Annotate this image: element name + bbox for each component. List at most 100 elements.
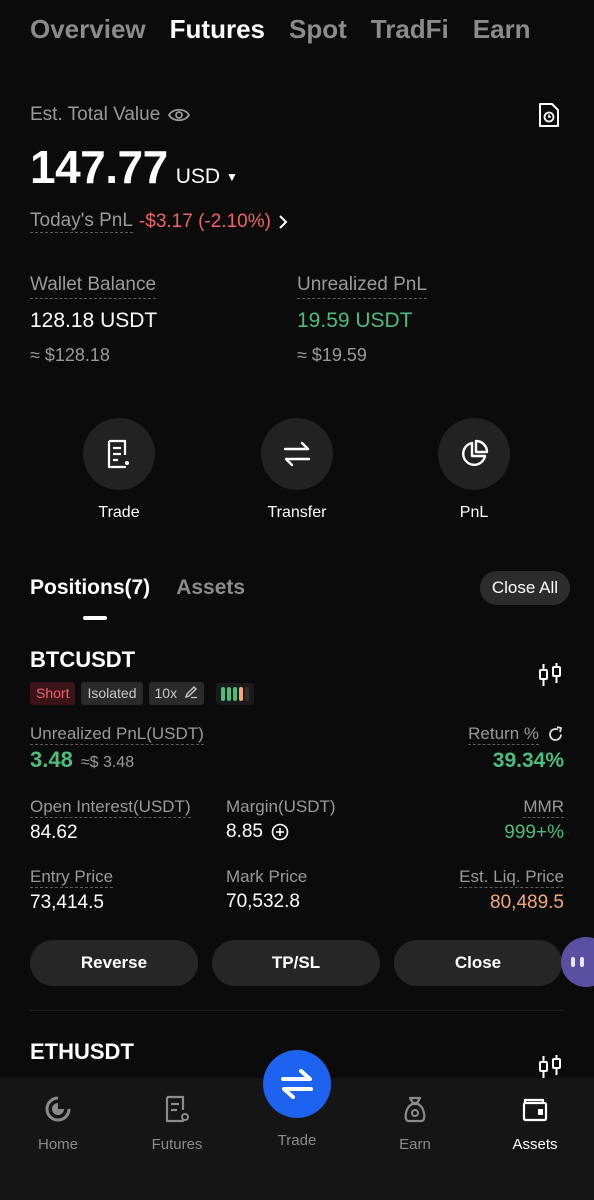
section-tabs: Positions(7) Assets (30, 576, 245, 600)
refresh-icon[interactable] (547, 726, 564, 743)
nav-futures-label: Futures (151, 1136, 203, 1153)
margin-value: 8.85 (226, 821, 263, 842)
order-document-icon (107, 439, 129, 469)
risk-bar (232, 686, 237, 701)
tab-earn[interactable]: Earn (473, 14, 531, 45)
wallet-balance-usd: ≈ $128.18 (30, 345, 110, 365)
pnl-action-circle[interactable] (438, 418, 510, 490)
est-total-label: Est. Total Value (30, 104, 161, 125)
pie-chart-icon (462, 439, 489, 466)
tab-positions[interactable]: Positions(7) (30, 576, 150, 600)
chat-eye (580, 957, 584, 967)
open-interest-label: Open Interest(USDT) (30, 797, 191, 818)
tp-sl-button[interactable]: TP/SL (212, 940, 380, 986)
add-margin-icon[interactable] (271, 823, 289, 841)
futures-document-icon (165, 1095, 189, 1123)
tab-futures[interactable]: Futures (170, 14, 265, 45)
chat-eye (571, 957, 575, 967)
next-position-symbol[interactable]: ETHUSDT (30, 1039, 134, 1065)
risk-bar (226, 686, 231, 701)
transfer-action-button[interactable]: Transfer (237, 418, 357, 522)
nav-earn-label: Earn (399, 1136, 431, 1153)
todays-pnl-row[interactable]: Today's PnL -$3.17 (-2.10%) (30, 210, 289, 233)
open-interest-value: 84.62 (30, 822, 78, 843)
tab-assets[interactable]: Assets (176, 576, 245, 600)
side-badge: Short (30, 682, 76, 705)
risk-bar (244, 686, 249, 701)
unrealized-pnl-label: Unrealized PnL (297, 274, 427, 299)
adjust-sliders-icon[interactable] (538, 1054, 562, 1080)
liq-price-value: 80,489.5 (490, 892, 564, 913)
earn-bag-icon (404, 1096, 426, 1123)
chevron-right-icon (279, 214, 288, 229)
position-unrealized-pnl: Unrealized PnL(USDT) 3.48 ≈$ 3.48 (30, 724, 204, 773)
wallet-balance-value: 128.18 USDT (30, 309, 158, 332)
total-value: 147.77 USD ▼ (30, 140, 238, 194)
margin-mode-badge: Isolated (81, 682, 143, 705)
tab-tradfi[interactable]: TradFi (371, 14, 449, 45)
tab-overview[interactable]: Overview (30, 14, 146, 45)
pnl-action-button[interactable]: PnL (414, 418, 534, 522)
liq-price-label: Est. Liq. Price (459, 867, 564, 888)
position-return: Return % 39.34% (468, 724, 564, 773)
currency-selector[interactable]: USD ▼ (176, 165, 238, 189)
transfer-action-circle[interactable] (261, 418, 333, 490)
reverse-button[interactable]: Reverse (30, 940, 198, 986)
close-position-button[interactable]: Close (394, 940, 562, 986)
trade-action-circle[interactable] (83, 418, 155, 490)
nav-trade-label: Trade (277, 1132, 317, 1149)
trade-action-button[interactable]: Trade (59, 418, 179, 522)
wallet-balance-label: Wallet Balance (30, 274, 157, 299)
risk-level-indicator (215, 682, 254, 705)
home-icon (45, 1096, 71, 1122)
mmr-value: 999+% (504, 822, 564, 843)
return-value: 39.34% (492, 749, 564, 772)
liq-price: Est. Liq. Price 80,489.5 (459, 867, 564, 914)
nav-home-label: Home (37, 1136, 78, 1153)
top-tabs: Overview Futures Spot TradFi Earn (30, 14, 531, 45)
nav-earn[interactable]: Earn (365, 1094, 465, 1153)
trade-fab-button[interactable] (263, 1050, 331, 1118)
leverage-badge[interactable]: 10x (148, 682, 204, 705)
position-symbol[interactable]: BTCUSDT (30, 647, 135, 673)
unrealized-pnl-value: 19.59 USDT (297, 309, 413, 332)
swap-arrows-icon (281, 1069, 313, 1099)
risk-bar (238, 686, 243, 701)
entry-price: Entry Price 73,414.5 (30, 867, 114, 914)
pencil-icon (184, 686, 197, 699)
trade-action-label: Trade (98, 504, 140, 521)
nav-home[interactable]: Home (8, 1094, 108, 1153)
position-unrealized-pnl-usd: ≈$ 3.48 (80, 754, 135, 771)
open-interest: Open Interest(USDT) 84.62 (30, 797, 191, 844)
transfer-action-label: Transfer (267, 504, 327, 521)
chat-assistant-icon[interactable] (561, 937, 594, 987)
nav-assets-label: Assets (512, 1136, 558, 1153)
nav-assets[interactable]: Assets (485, 1094, 585, 1153)
eye-icon[interactable] (168, 107, 191, 123)
adjust-sliders-icon[interactable] (538, 662, 562, 688)
document-history-icon[interactable] (538, 102, 560, 128)
currency-label: USD (175, 165, 221, 188)
est-total-label-row: Est. Total Value (30, 104, 191, 126)
caret-down-icon: ▼ (226, 170, 238, 184)
close-all-button[interactable]: Close All (479, 571, 570, 605)
tab-spot[interactable]: Spot (289, 14, 347, 45)
nav-futures[interactable]: Futures (127, 1094, 227, 1153)
transfer-arrows-icon (283, 441, 311, 467)
wallet-icon (522, 1098, 548, 1122)
wallet-balance: Wallet Balance 128.18 USDT ≈ $128.18 (30, 274, 157, 366)
position-margin: Margin(USDT) 8.85 (226, 797, 336, 843)
mark-price-label: Mark Price (226, 867, 308, 886)
pnl-action-label: PnL (459, 504, 489, 521)
return-label: Return % (468, 724, 539, 745)
unrealized-pnl: Unrealized PnL 19.59 USDT ≈ $19.59 (297, 274, 427, 366)
todays-pnl-label: Today's PnL (30, 210, 133, 233)
risk-bar (220, 686, 225, 701)
todays-pnl-value: -$3.17 (-2.10%) (138, 210, 271, 232)
mark-price: Mark Price 70,532.8 (226, 867, 307, 913)
leverage-value: 10x (154, 685, 178, 701)
active-tab-indicator (83, 616, 107, 620)
mmr-label: MMR (523, 797, 564, 818)
mark-price-value: 70,532.8 (226, 891, 300, 912)
position-divider (30, 1010, 564, 1011)
